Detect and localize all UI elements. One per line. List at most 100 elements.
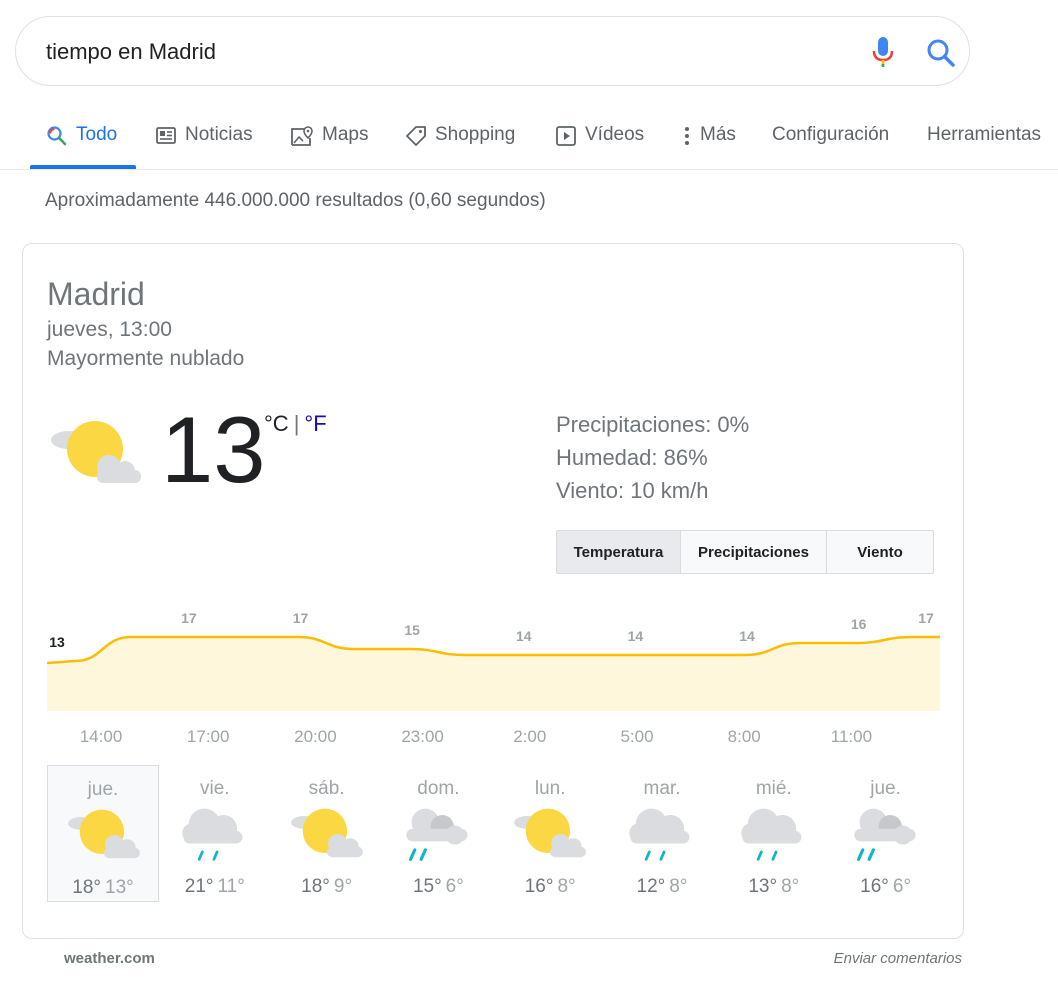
forecast-day[interactable]: mar. 12° 8°: [606, 765, 718, 902]
precipitation-text: Precipitaciones: 0%: [556, 412, 750, 437]
chart-point-label: 14: [739, 628, 755, 644]
partly-cloudy-icon: [290, 808, 363, 858]
tab-herramientas-label: Herramientas: [927, 124, 1042, 145]
weather-details: Precipitaciones: 0% Humedad: 86% Viento:…: [556, 408, 749, 507]
chart-point-label: 14: [628, 628, 644, 644]
forecast-low: 8°: [669, 876, 688, 897]
tab-videos-label: Vídeos: [585, 124, 645, 145]
rain-icon: [629, 808, 690, 861]
tab-configuracion[interactable]: Configuración: [772, 124, 889, 170]
forecast-temps: 16° 6°: [830, 876, 942, 898]
forecast-low: 6°: [892, 876, 912, 897]
forecast-low: 6°: [445, 876, 464, 897]
fahrenheit-toggle[interactable]: °F: [304, 411, 326, 437]
forecast-day[interactable]: mié. 13° 8°: [718, 765, 830, 902]
hour-label: 20:00: [294, 727, 337, 746]
partly-cloudy-icon: [514, 808, 587, 858]
forecast-temps: 12° 8°: [606, 876, 718, 898]
hour-label: 11:00: [830, 727, 873, 746]
tab-maps-label: Maps: [322, 124, 369, 145]
celsius-toggle[interactable]: °C: [264, 411, 289, 437]
feedback-link[interactable]: Enviar comentarios: [834, 950, 962, 967]
forecast-temps: 13° 8°: [718, 876, 830, 898]
forecast-high: 16°: [524, 876, 554, 897]
tab-herramientas[interactable]: Herramientas: [927, 124, 1041, 170]
tab-todo[interactable]: Todo: [46, 124, 117, 170]
current-temperature: 13: [161, 397, 266, 502]
cloudy-rain-icon: [406, 808, 468, 861]
forecast-day-name: dom.: [417, 778, 460, 799]
forecast-high: 18°: [301, 876, 330, 897]
rain-icon: [182, 808, 243, 861]
forecast-low: 9°: [333, 876, 353, 897]
forecast-temps: 15° 6°: [382, 876, 494, 898]
forecast-high: 16°: [860, 876, 889, 897]
cloudy-rain-icon: [853, 808, 916, 861]
chart-point-label: 17: [918, 610, 934, 626]
forecast-temps: 21° 11°: [159, 876, 271, 898]
weather-datetime: jueves, 13:00: [47, 318, 172, 341]
chart-point-label: 17: [293, 610, 309, 626]
tab-noticias[interactable]: Noticias: [155, 124, 253, 170]
newspaper-icon: [156, 127, 176, 144]
chart-point-label: 15: [404, 622, 420, 638]
forecast-high: 12°: [636, 876, 666, 897]
unit-switch: °C | °F: [264, 411, 327, 437]
weather-location: Madrid: [47, 276, 145, 312]
temperature-chart: 13 17 17 15 14 14 14 16 17: [47, 610, 940, 711]
tab-todo-label: Todo: [76, 124, 118, 145]
hour-label: 14:00: [79, 727, 123, 746]
chart-area: [47, 637, 940, 711]
play-icon: [556, 126, 576, 146]
toggle-viento[interactable]: Viento: [827, 531, 933, 573]
hour-axis: 14:00 17:00 20:00 23:00 2:00 5:00 8:00 11:00: [47, 727, 940, 751]
hour-label: 23:00: [401, 727, 444, 746]
tab-mas[interactable]: Más: [682, 124, 736, 170]
forecast-temps: 18° 9°: [271, 876, 383, 898]
forecast-day[interactable]: dom. 15° 6°: [382, 765, 494, 902]
tab-shopping-label: Shopping: [435, 124, 516, 145]
forecast-day[interactable]: jue. 18° 13°: [47, 765, 159, 902]
forecast-day[interactable]: lun. 16° 8°: [494, 765, 606, 902]
forecast-high: 13°: [748, 876, 778, 897]
tab-configuracion-label: Configuración: [772, 124, 890, 145]
forecast-temps: 18° 13°: [48, 877, 158, 899]
forecast-low: 13°: [105, 877, 134, 898]
forecast-day[interactable]: vie. 21° 11°: [159, 765, 271, 902]
forecast-day-name: mar.: [643, 778, 681, 799]
forecast-day-name: mié.: [755, 778, 792, 799]
forecast-day[interactable]: jue. 16° 6°: [830, 765, 942, 902]
chart-point-label: 13: [49, 634, 65, 650]
forecast-low: 8°: [781, 876, 800, 897]
forecast-high: 21°: [184, 876, 214, 897]
forecast-day[interactable]: sáb. 18° 9°: [271, 765, 383, 902]
hour-label: 2:00: [513, 727, 547, 746]
tab-shopping[interactable]: Shopping: [405, 124, 515, 170]
forecast-low: 11°: [217, 876, 245, 897]
partly-cloudy-icon: [51, 421, 141, 483]
forecast-low: 8°: [557, 876, 576, 897]
hour-label: 5:00: [620, 727, 654, 746]
chart-point-label: 14: [516, 628, 532, 644]
weather-condition: Mayormente nublado: [47, 347, 245, 370]
search-bar: [15, 16, 970, 86]
tab-mas-label: Más: [700, 124, 736, 145]
tab-maps[interactable]: Maps: [290, 124, 368, 170]
daily-forecast: jue. 18° 13° vie. 21° 11° sáb. 18° 9° dom. 15° 6° lu…: [47, 765, 947, 902]
source-label: weather.com: [64, 950, 155, 967]
map-icon: [291, 126, 313, 146]
toggle-temperatura[interactable]: Temperatura: [557, 531, 681, 573]
active-tab-indicator: [30, 165, 136, 169]
search-icon[interactable]: [925, 37, 957, 69]
more-vert-icon: [685, 127, 689, 145]
search-input[interactable]: [46, 37, 806, 67]
weather-card: Madrid jueves, 13:00 Mayormente nublado …: [22, 243, 964, 939]
tab-noticias-label: Noticias: [185, 124, 253, 145]
microphone-icon[interactable]: [868, 35, 898, 69]
toggle-precipitaciones[interactable]: Precipitaciones: [681, 531, 827, 573]
search-icon: [47, 126, 67, 146]
forecast-high: 15°: [412, 876, 442, 897]
tab-videos[interactable]: Vídeos: [555, 124, 644, 170]
forecast-day-name: sáb.: [308, 778, 345, 799]
forecast-temps: 16° 8°: [494, 876, 606, 898]
